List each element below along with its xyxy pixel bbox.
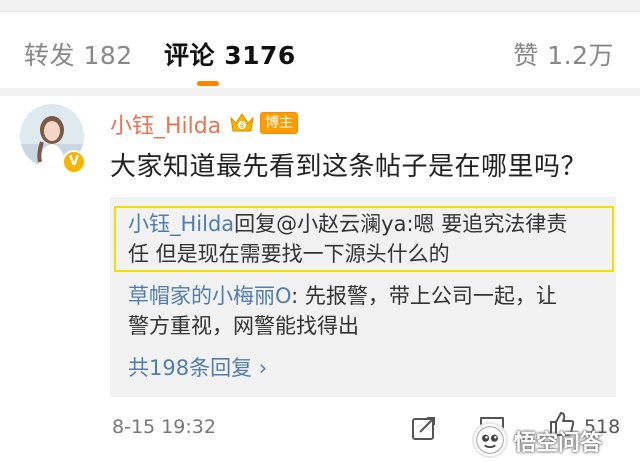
tab-comments[interactable]: 评论 3176 <box>164 36 296 72</box>
reply-2-line-1: 草帽家的小梅丽O: 先报警，带上公司一起，让 <box>128 281 557 311</box>
verified-v-icon: V <box>62 150 86 174</box>
comment-username[interactable]: 小钰_Hilda <box>110 108 221 140</box>
reply-1-user[interactable]: 小钰_Hilda <box>128 212 234 236</box>
share-icon[interactable] <box>410 414 438 442</box>
section-divider <box>0 88 640 96</box>
tab-likes[interactable]: 赞 1.2万 <box>513 36 614 72</box>
svg-text:6: 6 <box>240 123 244 130</box>
tab-bar: 转发 182 评论 3176 赞 1.2万 <box>0 12 640 94</box>
vip-crown-icon: 6 <box>230 113 254 132</box>
more-replies-link[interactable]: 共198条回复 › <box>128 352 267 382</box>
reply-2-text: : 先报警，带上公司一起，让 <box>291 284 557 308</box>
wukong-logo-icon <box>472 422 508 458</box>
reply-1-text: 回复@小赵云澜ya:嗯 要追究法律责 <box>234 212 568 236</box>
blogger-badge: 博主 <box>260 112 298 134</box>
top-divider <box>0 0 640 12</box>
comment-text: 大家知道最先看到这条帖子是在哪里吗？ <box>110 152 588 182</box>
reply-2-user[interactable]: 草帽家的小梅丽O <box>128 284 291 308</box>
reply-1-line-1: 小钰_Hilda回复@小赵云澜ya:嗯 要追究法律责 <box>128 209 567 239</box>
comment-timestamp: 8-15 19:32 <box>112 416 216 438</box>
watermark-text: 悟空问答 <box>514 431 603 456</box>
reply-1-line-2: 任 但是现在需要找一下源头什么的 <box>128 242 450 266</box>
active-tab-indicator <box>197 81 219 86</box>
tab-forward[interactable]: 转发 182 <box>24 36 133 72</box>
reply-2-line-2: 警方重视，网警能找得出 <box>128 314 359 338</box>
